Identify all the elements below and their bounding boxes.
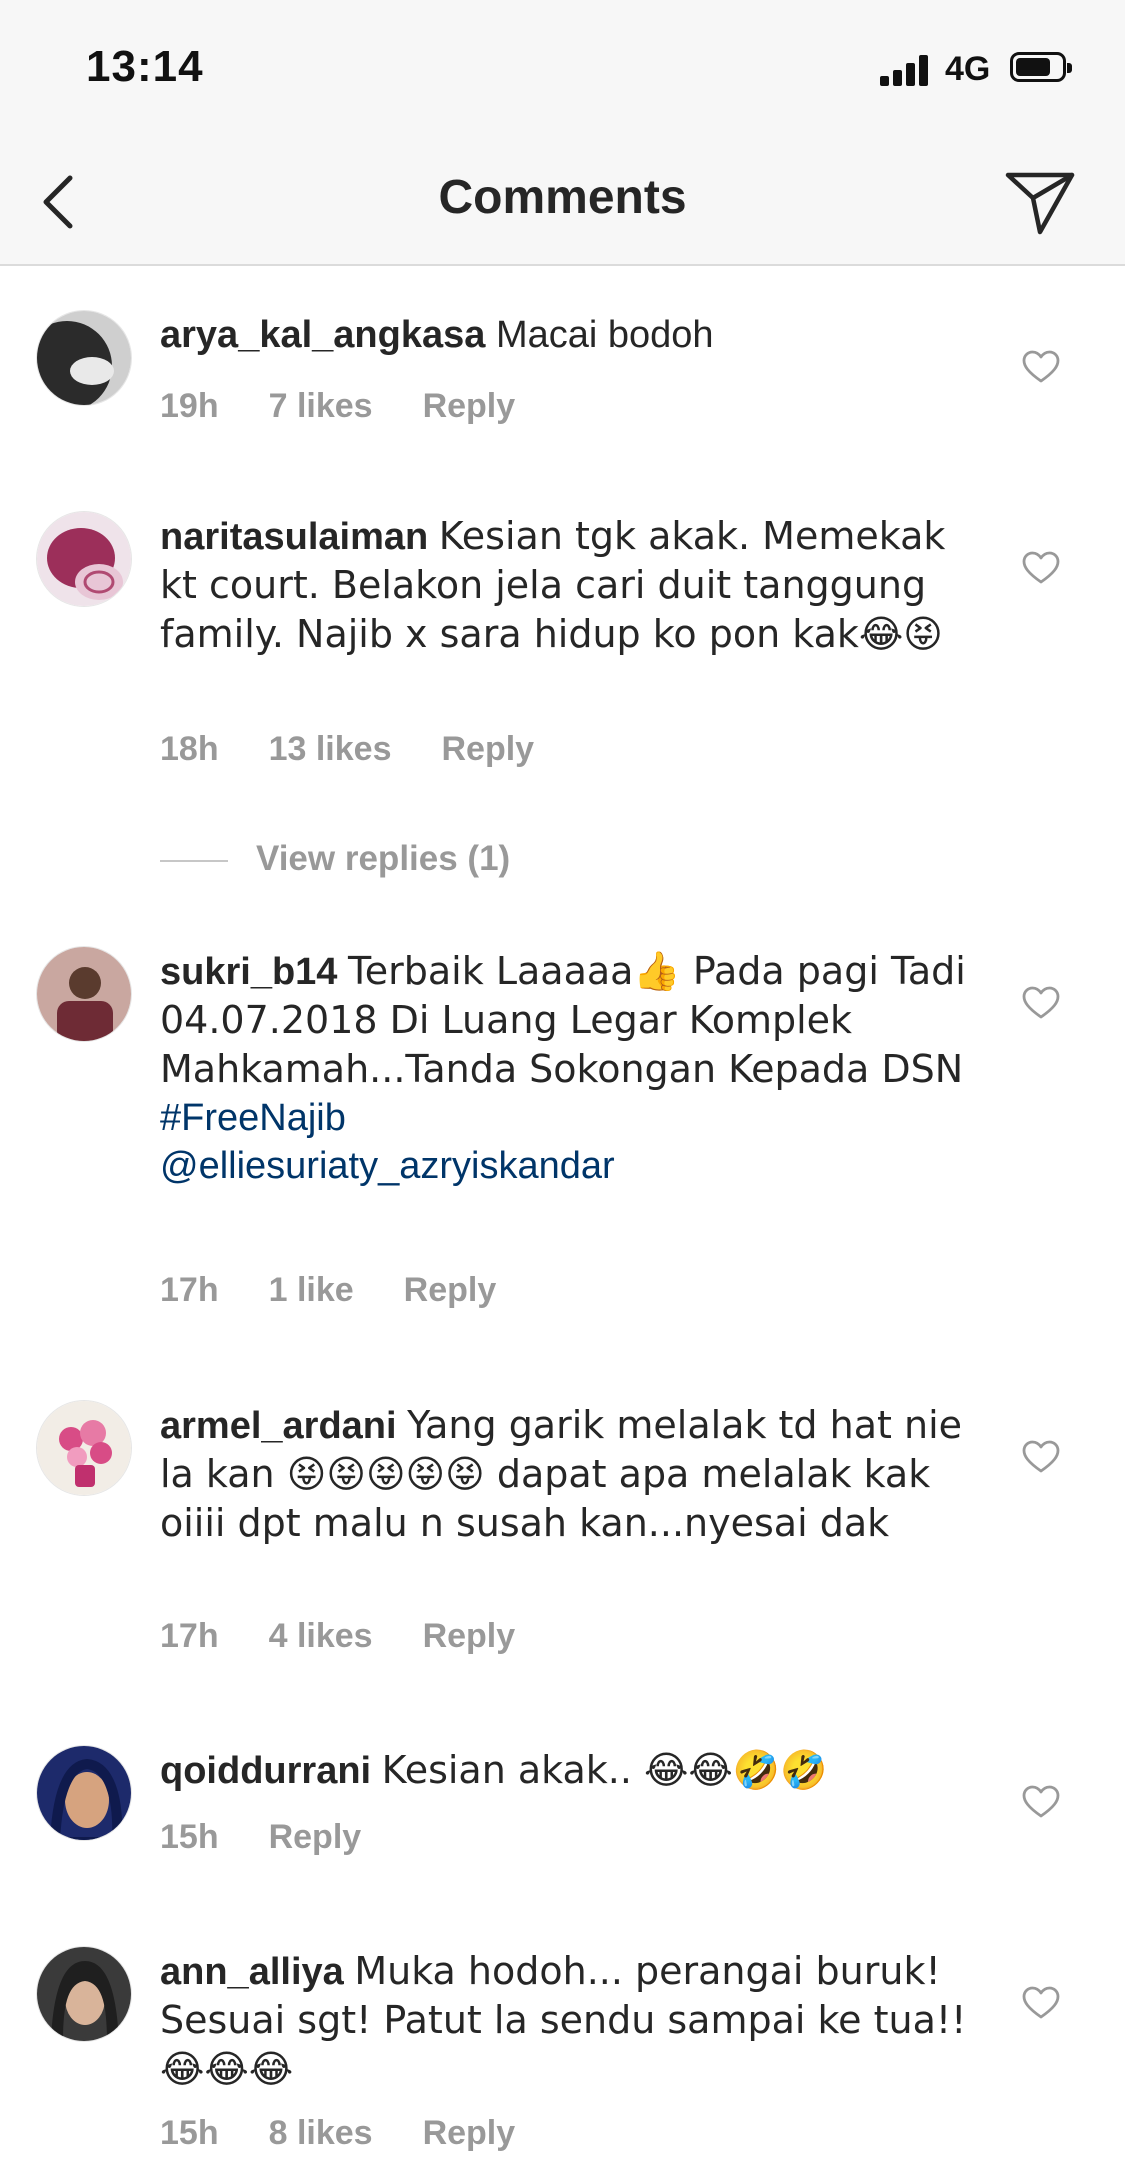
heart-outline-icon[interactable] [1022, 1440, 1060, 1474]
view-replies-label: View replies (1) [256, 839, 511, 878]
avatar[interactable] [36, 1400, 132, 1496]
comment-meta: 18h 13 likes Reply [160, 730, 584, 769]
mention-link[interactable]: @elliesuriaty_azryiskandar [160, 1142, 970, 1190]
hashtag-link[interactable]: #FreeNajib [160, 1094, 970, 1142]
comment-username[interactable]: sukri_b14 [160, 951, 337, 993]
network-label: 4G [945, 50, 991, 88]
comment-likes[interactable]: 13 likes [269, 730, 392, 769]
comment-meta: 17h 4 likes Reply [160, 1617, 565, 1656]
comment-likes[interactable]: 4 likes [269, 1617, 373, 1656]
heart-outline-icon[interactable] [1022, 551, 1060, 585]
comment-likes[interactable]: 1 like [269, 1271, 354, 1310]
nav-bar: Comments [0, 140, 1125, 266]
comment-time: 15h [160, 1818, 219, 1856]
comment-time: 19h [160, 387, 219, 425]
battery-icon [1010, 52, 1072, 82]
status-bar: 13:14 4G [0, 0, 1125, 140]
send-button[interactable] [1000, 160, 1080, 240]
comment-meta: 15h Reply [160, 1818, 411, 1857]
comment-text: Kesian akak.. 😂😂🤣🤣 [381, 1748, 828, 1792]
reply-button[interactable]: Reply [423, 387, 516, 426]
divider [160, 859, 228, 862]
comment-meta: 17h 1 like Reply [160, 1271, 546, 1310]
reply-button[interactable]: Reply [269, 1818, 362, 1857]
reply-button[interactable]: Reply [423, 1617, 516, 1656]
avatar[interactable] [36, 511, 132, 607]
comment-username[interactable]: arya_kal_angkasa [160, 314, 485, 356]
comment-tags: #FreeNajib @elliesuriaty_azryiskandar [160, 1094, 970, 1190]
view-replies-button[interactable]: View replies (1) [160, 839, 510, 885]
reply-button[interactable]: Reply [423, 2114, 516, 2153]
signal-icon [880, 54, 932, 86]
comment-username[interactable]: armel_ardani [160, 1405, 397, 1447]
avatar[interactable] [36, 1946, 132, 2042]
status-time: 13:14 [86, 42, 204, 91]
comment-likes[interactable]: 7 likes [269, 387, 373, 426]
heart-outline-icon[interactable] [1022, 986, 1060, 1020]
page-title: Comments [438, 171, 687, 224]
heart-outline-icon[interactable] [1022, 1986, 1060, 2020]
avatar[interactable] [36, 946, 132, 1042]
comment-username[interactable]: qoiddurrani [160, 1750, 371, 1792]
reply-button[interactable]: Reply [441, 730, 534, 769]
reply-button[interactable]: Reply [404, 1271, 497, 1310]
heart-outline-icon[interactable] [1022, 1785, 1060, 1819]
comment-likes[interactable]: 8 likes [269, 2114, 373, 2153]
comment-time: 15h [160, 2114, 219, 2152]
avatar[interactable] [36, 310, 132, 406]
heart-outline-icon[interactable] [1022, 350, 1060, 384]
comment-meta: 15h 8 likes Reply [160, 2114, 565, 2153]
comment-username[interactable]: ann_alliya [160, 1951, 344, 1993]
comment-time: 17h [160, 1271, 219, 1309]
comment-username[interactable]: naritasulaiman [160, 516, 428, 558]
comment-meta: 19h 7 likes Reply [160, 387, 565, 426]
paper-plane-icon [1005, 172, 1075, 235]
comment-text: Macai bodoh [495, 314, 714, 356]
avatar[interactable] [36, 1745, 132, 1841]
comment-time: 18h [160, 730, 219, 768]
comment-time: 17h [160, 1617, 219, 1655]
